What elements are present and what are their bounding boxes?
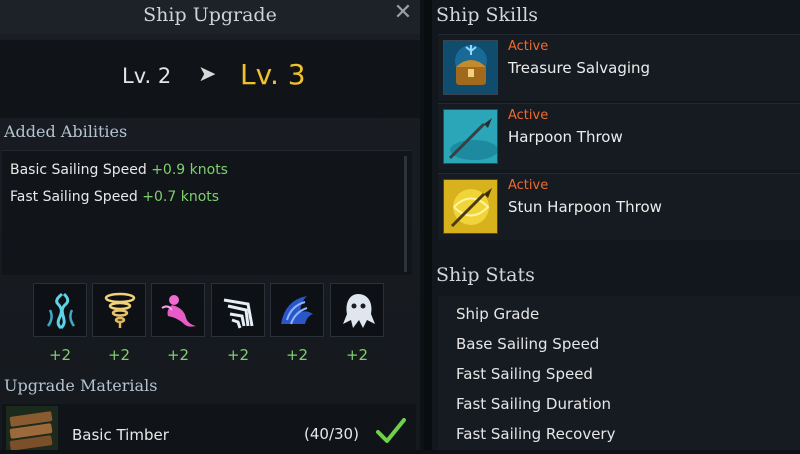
treasure-chest-icon[interactable] — [443, 40, 498, 95]
ghost-icon[interactable] — [330, 283, 384, 337]
panel-divider — [424, 0, 432, 450]
next-level: Lv. 3 — [240, 58, 306, 91]
ability-row: Fast Sailing Speed +0.7 knots — [10, 189, 219, 205]
close-button[interactable]: ✕ — [388, 0, 418, 28]
wave-icon[interactable] — [270, 283, 324, 337]
upgrade-materials-heading: Upgrade Materials — [4, 376, 158, 395]
skill-tag: Active — [508, 178, 549, 193]
material-count: (40/30) — [304, 425, 359, 443]
tornado-icon[interactable] — [92, 283, 146, 337]
timber-icon[interactable] — [6, 406, 58, 451]
stun-harpoon-icon[interactable] — [443, 179, 498, 234]
ship-stats-heading: Ship Stats — [436, 264, 535, 286]
bonus-value: +2 — [107, 346, 131, 364]
skill-tag: Active — [508, 108, 549, 123]
ability-value: +0.9 knots — [151, 162, 228, 178]
skill-name: Stun Harpoon Throw — [508, 198, 662, 216]
check-icon — [376, 418, 406, 448]
arrow-right-icon: ➤ — [198, 62, 217, 87]
ability-name: Basic Sailing Speed — [10, 162, 147, 178]
harpoon-icon[interactable] — [443, 109, 498, 164]
stat-item: Base Sailing Speed — [456, 335, 600, 353]
ability-row: Basic Sailing Speed +0.9 knots — [10, 162, 228, 178]
ship-skills-heading: Ship Skills — [436, 4, 539, 26]
ability-name: Fast Sailing Speed — [10, 189, 138, 205]
claw-icon[interactable] — [211, 283, 265, 337]
current-level: Lv. 2 — [122, 64, 172, 88]
bonus-value: +2 — [48, 346, 72, 364]
added-abilities-heading: Added Abilities — [4, 122, 128, 141]
bonus-value: +2 — [285, 346, 309, 364]
bonus-value: +2 — [166, 346, 190, 364]
skill-name: Treasure Salvaging — [508, 59, 651, 77]
mermaid-icon[interactable] — [151, 283, 205, 337]
stat-item: Fast Sailing Recovery — [456, 425, 616, 443]
seaweed-icon[interactable] — [33, 283, 87, 337]
ability-value: +0.7 knots — [142, 189, 220, 205]
skill-tag: Active — [508, 39, 549, 54]
stat-item: Fast Sailing Duration — [456, 395, 612, 413]
scrollbar[interactable] — [404, 156, 407, 272]
material-name: Basic Timber — [72, 426, 169, 444]
skill-name: Harpoon Throw — [508, 128, 623, 146]
bonus-value: +2 — [226, 346, 250, 364]
stat-item: Ship Grade — [456, 305, 540, 323]
stat-item: Fast Sailing Speed — [456, 365, 593, 383]
bonus-value: +2 — [345, 346, 369, 364]
panel-title: Ship Upgrade — [143, 4, 277, 26]
